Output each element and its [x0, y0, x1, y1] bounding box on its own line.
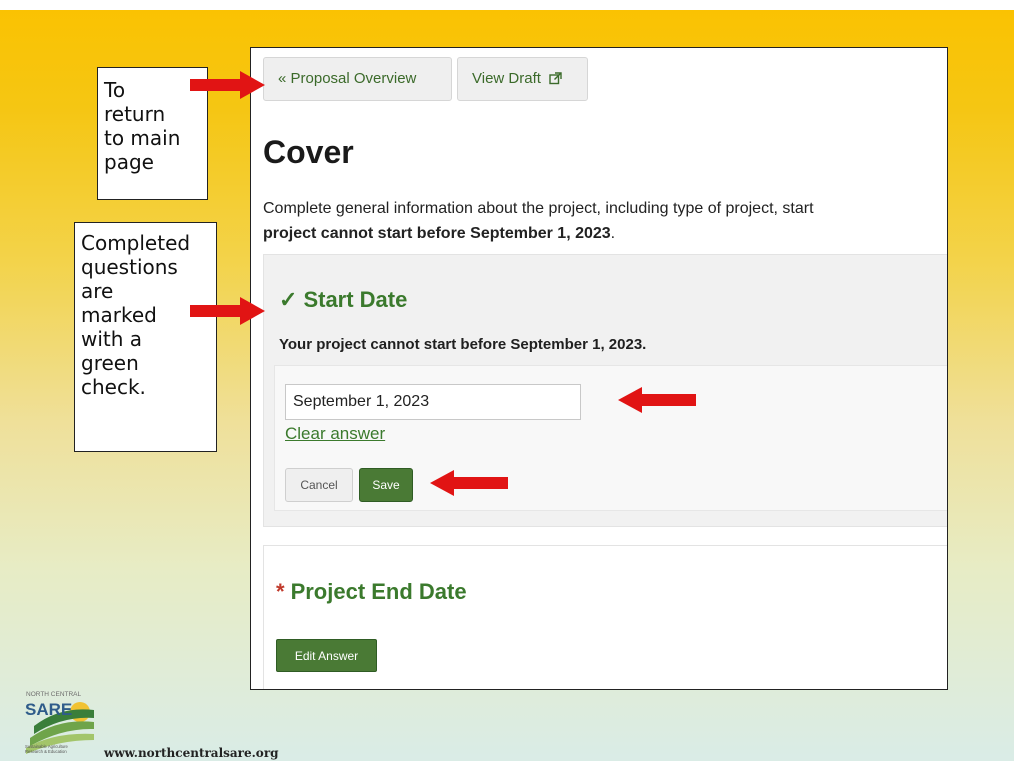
answer-area: Clear answer Cancel Save	[274, 365, 947, 511]
arrow-to-proposal-overview-icon	[190, 71, 265, 99]
project-end-date-section: * Project End Date Edit Answer	[263, 545, 947, 689]
callout-line: Completed	[81, 231, 191, 255]
page-title: Cover	[263, 134, 354, 170]
start-date-heading-text: Start Date	[303, 287, 408, 312]
project-end-date-heading-text: Project End Date	[290, 579, 467, 604]
callout-line: page	[104, 150, 154, 174]
start-date-help-text: Your project cannot start before Septemb…	[279, 336, 647, 353]
proposal-overview-label: « Proposal Overview	[278, 70, 417, 87]
callout-line: with a	[81, 327, 143, 351]
page-intro: Complete general information about the p…	[263, 196, 947, 246]
slide-bottom-band	[0, 761, 1014, 769]
intro-line-end: .	[610, 225, 616, 242]
logo-sub-text-2: Research & Education	[25, 749, 67, 754]
clear-answer-link[interactable]: Clear answer	[285, 424, 385, 444]
proposal-overview-button[interactable]: « Proposal Overview	[263, 57, 452, 101]
arrow-to-save-button-icon	[430, 470, 508, 496]
callout-line: questions	[81, 255, 178, 279]
logo-top-text: NORTH CENTRAL	[26, 691, 82, 698]
save-button[interactable]: Save	[359, 468, 413, 502]
view-draft-button[interactable]: View Draft	[457, 57, 588, 101]
external-link-icon	[549, 72, 562, 85]
slide-top-band	[0, 0, 1014, 10]
intro-line-2: project cannot start before September 1,…	[263, 221, 947, 246]
callout-line: to main	[104, 126, 181, 150]
start-date-section: ✓ Start Date Your project cannot start be…	[263, 254, 947, 527]
footer-url: www.northcentralsare.org	[104, 746, 279, 760]
sare-logo: NORTH CENTRAL SARE Sustainable Agricultu…	[25, 691, 94, 754]
green-check-icon: ✓	[279, 287, 298, 312]
arrow-to-green-check-icon	[190, 297, 265, 325]
arrow-to-date-input-icon	[618, 387, 696, 413]
callout-line: To	[104, 78, 126, 102]
edit-answer-button[interactable]: Edit Answer	[276, 639, 377, 672]
callout-line: green	[81, 351, 139, 375]
intro-bold-text: project cannot start before September 1,…	[263, 225, 611, 242]
cancel-button[interactable]: Cancel	[285, 468, 353, 502]
start-date-input[interactable]	[285, 384, 581, 420]
callout-line: check.	[81, 375, 146, 399]
required-marker: *	[276, 579, 285, 604]
start-date-heading: ✓ Start Date	[279, 287, 407, 313]
app-screenshot-panel: « Proposal Overview View Draft Cover Com…	[250, 47, 948, 690]
logo-main-text: SARE	[25, 700, 72, 719]
view-draft-label: View Draft	[472, 70, 541, 87]
callout-completed-questions: Completed questions are marked with a gr…	[74, 222, 217, 452]
callout-line: return	[104, 102, 166, 126]
intro-line-1: Complete general information about the p…	[263, 200, 814, 217]
project-end-date-heading: * Project End Date	[276, 579, 467, 605]
